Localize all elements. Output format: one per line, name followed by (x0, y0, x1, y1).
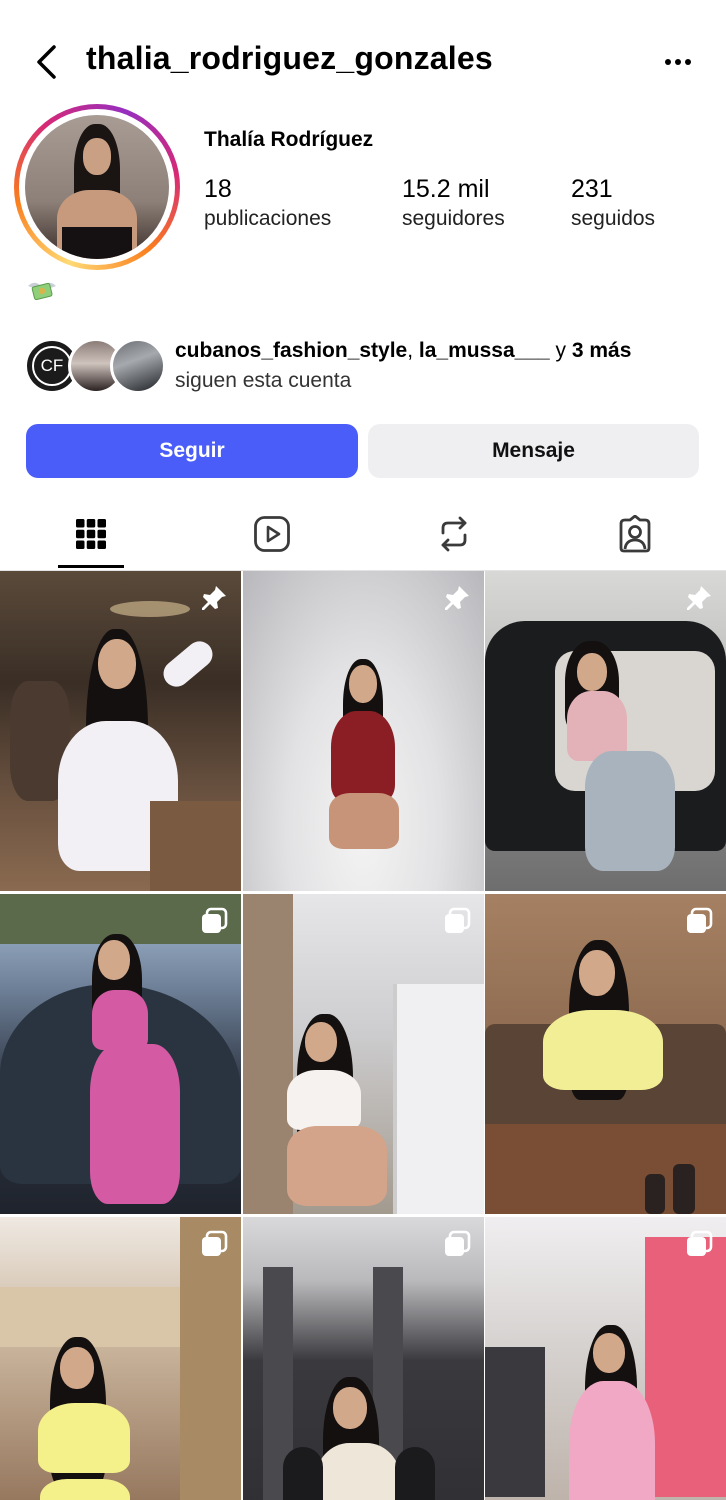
carousel-icon (445, 1230, 471, 1256)
follow-button[interactable]: Seguir (26, 424, 358, 478)
post-tile-7[interactable] (0, 1217, 241, 1500)
message-button[interactable]: Mensaje (368, 424, 699, 478)
post-tile-9[interactable] (485, 1217, 726, 1500)
stat-following[interactable]: 231 seguidos (571, 174, 655, 234)
tab-tagged[interactable] (590, 498, 680, 570)
back-button[interactable] (26, 38, 66, 86)
carousel-icon (202, 907, 228, 933)
reels-icon (254, 516, 290, 552)
stat-following-label: seguidos (571, 207, 656, 230)
stat-followers-label: seguidores (402, 207, 505, 230)
more-followers-link[interactable]: 3 más (572, 339, 632, 362)
post-tile-1[interactable] (0, 571, 241, 891)
followed-by-text: cubanos_fashion_style, la_mussa___ y 3 m… (175, 336, 631, 396)
chevron-left-icon (37, 45, 56, 79)
profile-tabs (0, 498, 726, 570)
pin-icon (687, 586, 711, 610)
active-tab-indicator (58, 565, 124, 568)
followed-by-subline: siguen esta cuenta (175, 369, 352, 392)
pin-icon (445, 586, 469, 610)
profile-header: thalia_rodriguez_gonzales (0, 0, 726, 120)
cf-logo: CF (32, 346, 72, 386)
post-tile-6[interactable] (485, 894, 726, 1214)
money-with-wings-icon (28, 282, 56, 301)
display-name: Thalía Rodríguez (204, 128, 374, 151)
follower-link-2[interactable]: la_mussa___ (419, 339, 550, 362)
tab-grid[interactable] (46, 498, 136, 570)
stat-followers[interactable]: 15.2 mil seguidores (402, 174, 505, 234)
tab-reels[interactable] (227, 498, 317, 570)
tab-reposts[interactable] (409, 498, 499, 570)
connector: y (549, 339, 572, 362)
posts-grid (0, 571, 726, 1500)
profile-username: thalia_rodriguez_gonzales (86, 40, 493, 76)
stat-posts-value: 18 (204, 175, 232, 203)
reposts-icon (441, 516, 467, 552)
post-tile-3[interactable] (485, 571, 726, 891)
separator: , (407, 339, 419, 362)
more-horizontal-icon (665, 59, 691, 65)
post-tile-8[interactable] (243, 1217, 484, 1500)
profile-avatar[interactable] (14, 104, 180, 270)
stat-followers-value: 15.2 mil (402, 175, 490, 203)
stat-posts-label: publicaciones (204, 207, 332, 230)
carousel-icon (445, 907, 471, 933)
carousel-icon (687, 1230, 713, 1256)
post-tile-2[interactable] (243, 571, 484, 891)
post-tile-4[interactable] (0, 894, 241, 1214)
carousel-icon (202, 1230, 228, 1256)
avatar-follower-3[interactable] (110, 338, 166, 394)
more-options-button[interactable] (658, 44, 698, 80)
follower-link-1[interactable]: cubanos_fashion_style (175, 339, 407, 362)
stat-posts[interactable]: 18 publicaciones (204, 174, 331, 234)
grid-icon (76, 519, 106, 549)
carousel-icon (687, 907, 713, 933)
tagged-icon (619, 515, 651, 553)
pin-icon (202, 586, 226, 610)
post-tile-5[interactable] (243, 894, 484, 1214)
stat-following-value: 231 (571, 175, 613, 203)
followed-by-section[interactable]: CF cubanos_fashion_style, la_mussa___ y … (24, 336, 704, 396)
